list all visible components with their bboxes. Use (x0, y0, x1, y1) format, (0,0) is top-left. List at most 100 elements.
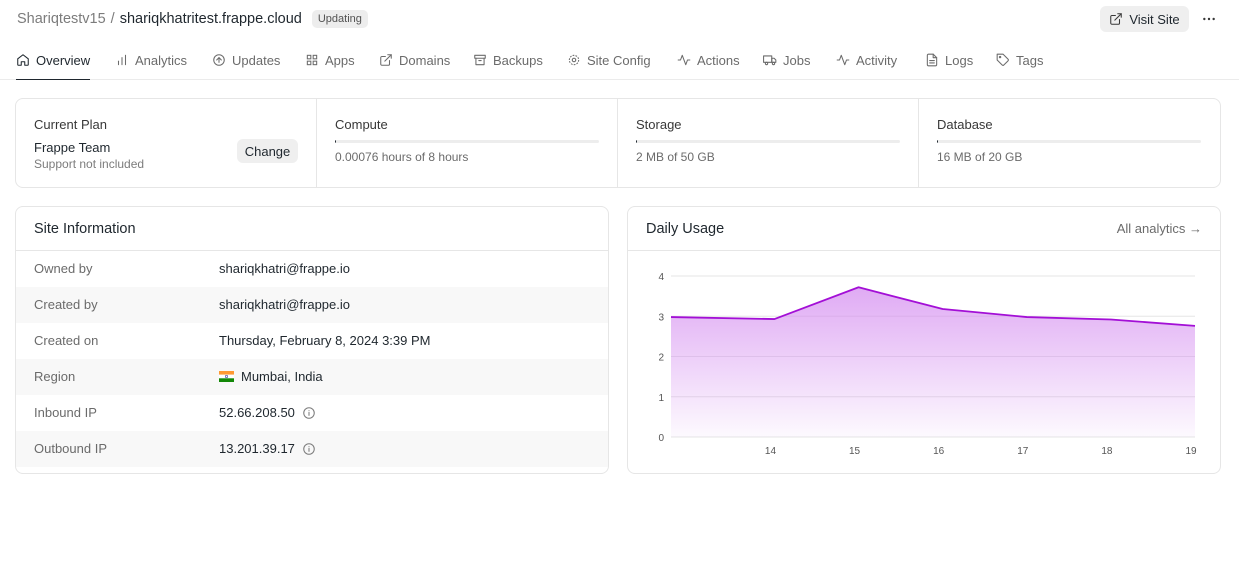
compute-cell: Compute 0.00076 hours of 8 hours (317, 99, 618, 187)
compute-progress-bar (335, 140, 599, 143)
tab-label: Tags (1016, 52, 1044, 68)
outbound-ip-address: 13.201.39.17 (219, 441, 295, 456)
y-tick-label: 3 (658, 312, 664, 323)
site-header: Shariqtestv15 / shariqkhatritest.frappe.… (0, 0, 1239, 38)
more-horizontal-icon (1203, 17, 1215, 21)
info-row-outbound-ip: Outbound IP 13.201.39.17 (16, 431, 608, 467)
tab-label: Actions (697, 52, 740, 68)
home-icon (17, 54, 29, 66)
tab-label: Updates (232, 52, 281, 68)
daily-usage-card: Daily Usage All analytics → 0 1 2 3 4 14 15 16 1… (627, 206, 1221, 474)
x-tick-label: 14 (765, 446, 777, 457)
tag-icon (996, 53, 1009, 66)
grid-icon (306, 54, 318, 66)
info-icon[interactable] (302, 442, 316, 456)
info-row-created-on: Created on Thursday, February 8, 2024 3:… (16, 323, 608, 359)
y-tick-label: 1 (658, 393, 664, 404)
status-badge: Updating (311, 10, 368, 28)
tab-label: Logs (945, 52, 974, 68)
info-value: shariqkhatri@frappe.io (219, 297, 350, 312)
tab-label: Analytics (135, 52, 188, 68)
all-analytics-link[interactable]: All analytics → (1117, 221, 1202, 236)
daily-usage-chart: 0 1 2 3 4 14 15 16 17 18 19 (658, 272, 1197, 457)
info-value: 52.66.208.50 (219, 405, 316, 420)
gear-icon (568, 54, 580, 66)
india-flag-icon (219, 371, 234, 382)
tab-label: Jobs (783, 52, 811, 68)
tab-logs[interactable]: Logs (925, 40, 973, 80)
plan-usage-card: Current Plan Frappe Team Support not inc… (15, 98, 1221, 188)
file-text-icon (926, 53, 938, 67)
tab-updates[interactable]: Updates (212, 40, 280, 80)
site-information-header: Site Information (16, 207, 608, 251)
owner-email: shariqkhatri@frappe.io (219, 261, 350, 276)
page-title: shariqkhatritest.frappe.cloud (119, 11, 302, 27)
info-row-inbound-ip: Inbound IP 52.66.208.50 (16, 395, 608, 431)
info-label: Outbound IP (34, 441, 107, 456)
x-tick-label: 15 (849, 446, 861, 457)
inbound-ip-address: 52.66.208.50 (219, 405, 295, 420)
creator-email: shariqkhatri@frappe.io (219, 297, 350, 312)
storage-progress-bar (636, 140, 900, 143)
info-value: Mumbai, India (219, 369, 323, 384)
daily-usage-title: Daily Usage (646, 221, 725, 237)
info-label: Region (34, 369, 76, 384)
x-tick-label: 19 (1185, 446, 1197, 457)
tab-apps[interactable]: Apps (305, 40, 355, 80)
info-icon[interactable] (302, 406, 316, 420)
plan-name: Frappe Team (34, 140, 111, 155)
tab-tags[interactable]: Tags (996, 40, 1043, 80)
x-tick-label: 18 (1101, 446, 1113, 457)
change-plan-button[interactable]: Change (237, 139, 298, 163)
info-label: Created on (34, 333, 99, 348)
storage-usage-text: 2 MB of 50 GB (636, 150, 715, 164)
tab-activity[interactable]: Activity (836, 40, 897, 80)
region-name: Mumbai, India (241, 369, 323, 384)
tab-backups[interactable]: Backups (473, 40, 543, 80)
y-tick-label: 2 (658, 353, 664, 364)
site-information-card: Site Information Owned by shariqkhatri@f… (15, 206, 609, 474)
storage-cell: Storage 2 MB of 50 GB (618, 99, 919, 187)
tab-actions[interactable]: Actions (677, 40, 740, 80)
visit-site-label: Visit Site (1129, 11, 1180, 27)
x-tick-label: 17 (1017, 446, 1029, 457)
visit-site-button[interactable]: Visit Site (1100, 6, 1189, 32)
tab-overview[interactable]: Overview (16, 40, 91, 80)
more-options-button[interactable] (1196, 6, 1222, 32)
tab-label: Activity (856, 52, 898, 68)
info-value: 13.201.39.17 (219, 441, 316, 456)
current-plan-title: Current Plan (34, 117, 107, 132)
activity-icon (677, 54, 691, 66)
usage-area-fill (671, 287, 1195, 437)
tab-label: Site Config (587, 52, 651, 68)
tab-label: Backups (493, 52, 543, 68)
info-label: Created by (34, 297, 98, 312)
info-row-region: Region Mumbai, India (16, 359, 608, 395)
tab-label: Overview (36, 52, 91, 68)
tab-jobs[interactable]: Jobs (763, 40, 810, 80)
storage-title: Storage (636, 117, 682, 132)
external-link-icon (380, 54, 392, 66)
compute-usage-text: 0.00076 hours of 8 hours (335, 150, 469, 164)
activity-icon (836, 54, 850, 66)
bar-chart-icon (117, 54, 127, 66)
breadcrumb: Shariqtestv15 / shariqkhatritest.frappe.… (17, 10, 368, 28)
database-progress-bar (937, 140, 1201, 143)
archive-icon (474, 54, 486, 66)
tab-domains[interactable]: Domains (379, 40, 450, 80)
info-value: shariqkhatri@frappe.io (219, 261, 350, 276)
info-value: Thursday, February 8, 2024 3:39 PM (219, 333, 430, 348)
database-usage-text: 16 MB of 20 GB (937, 150, 1023, 164)
x-tick-label: 16 (933, 446, 945, 457)
database-cell: Database 16 MB of 20 GB (919, 99, 1220, 187)
tab-label: Apps (325, 52, 355, 68)
daily-usage-header: Daily Usage All analytics → (628, 207, 1220, 251)
tab-analytics[interactable]: Analytics (115, 40, 187, 80)
site-information-title: Site Information (34, 221, 136, 237)
info-row-created-by: Created by shariqkhatri@frappe.io (16, 287, 608, 323)
tab-site-config[interactable]: Site Config (567, 40, 651, 80)
breadcrumb-parent[interactable]: Shariqtestv15 (17, 11, 106, 27)
y-tick-label: 4 (658, 272, 664, 283)
info-row-owned-by: Owned by shariqkhatri@frappe.io (16, 251, 608, 287)
arrow-up-circle-icon (213, 54, 225, 66)
